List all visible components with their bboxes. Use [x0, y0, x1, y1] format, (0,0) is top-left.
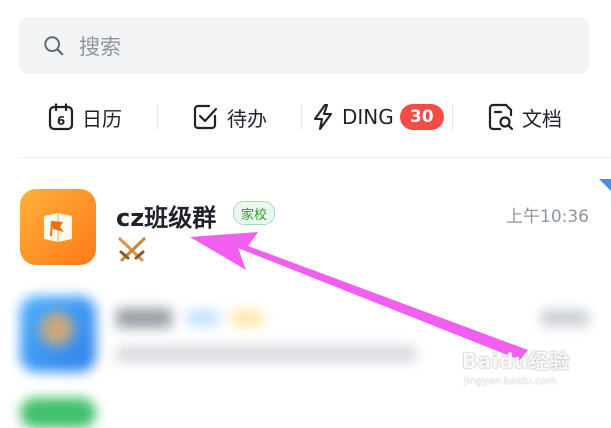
- ding-label: DING: [342, 105, 394, 129]
- watermark-brand: Baidu经验: [462, 349, 570, 373]
- baidu-watermark: Baidu经验 jingyan.baidu.com: [462, 345, 570, 387]
- divider: [301, 104, 302, 130]
- section-divider: [19, 157, 611, 158]
- ding-shortcut[interactable]: DING 30: [312, 96, 444, 138]
- todo-shortcut[interactable]: 待办: [193, 96, 267, 138]
- todo-check-icon: [193, 104, 218, 130]
- watermark-url: jingyan.baidu.com: [464, 376, 557, 387]
- chat-row-cz-class-group[interactable]: cz班级群 家校 上午10:36: [0, 172, 611, 276]
- calendar-day: 6: [57, 114, 65, 128]
- book-flag-icon: [44, 213, 72, 242]
- crossed-swords-icon: [118, 237, 146, 262]
- docs-shortcut[interactable]: 文档: [488, 96, 562, 138]
- todo-label: 待办: [227, 106, 267, 131]
- chat-time: 上午10:36: [506, 207, 589, 227]
- search-placeholder: 搜索: [79, 34, 121, 59]
- group-avatar: [20, 189, 96, 265]
- divider: [157, 104, 158, 130]
- chat-title: cz班级群: [116, 204, 217, 232]
- unread-corner-marker: [599, 179, 611, 191]
- document-icon: [488, 103, 514, 131]
- calendar-label: 日历: [82, 106, 122, 131]
- ding-count-badge: 30: [399, 104, 444, 130]
- calendar-icon: 6: [48, 103, 74, 131]
- calendar-shortcut[interactable]: 6 日历: [48, 96, 122, 138]
- divider: [452, 104, 453, 130]
- school-tag: 家校: [233, 201, 276, 225]
- docs-label: 文档: [522, 106, 562, 131]
- search-icon: [44, 35, 64, 55]
- blurred-avatar: [20, 296, 96, 372]
- search-bar[interactable]: 搜索: [19, 17, 589, 74]
- lightning-icon: [313, 103, 333, 131]
